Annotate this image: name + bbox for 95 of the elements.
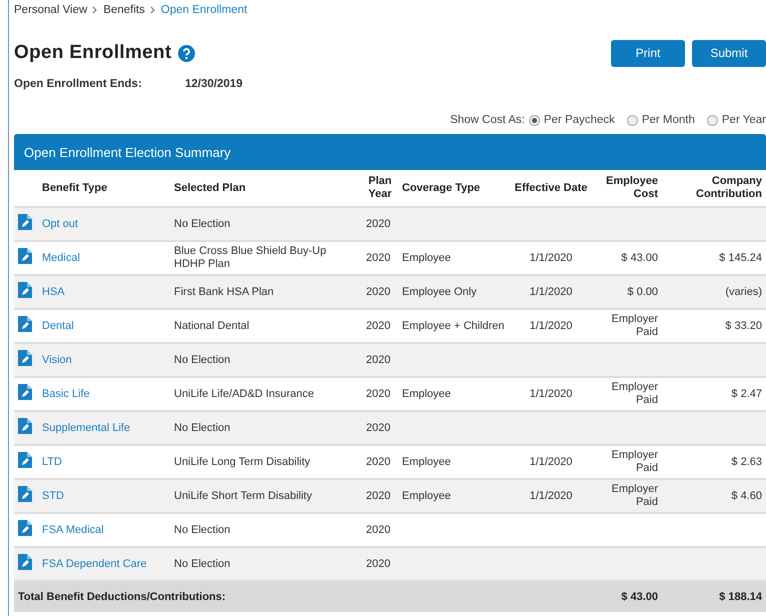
document-edit-icon[interactable]: [18, 384, 32, 400]
document-edit-icon[interactable]: [18, 214, 32, 230]
table-cell-text: Employer Paid: [610, 381, 658, 407]
document-edit-icon[interactable]: [18, 520, 32, 536]
table-cell: 1/1/2020: [530, 490, 572, 502]
table-cell: 1/1/2020: [530, 456, 572, 468]
chevron-icon: [92, 6, 98, 14]
document-edit-icon[interactable]: [18, 350, 32, 366]
table-cell: UniLife Long Term Disability: [174, 456, 310, 468]
table-cell: No Election: [174, 558, 230, 570]
benefit-link[interactable]: Opt out: [42, 218, 78, 230]
table-cell: 2020: [366, 286, 390, 298]
field-label: Show Cost As:: [450, 114, 525, 126]
table-cell: 2020: [366, 252, 390, 264]
table-cell: 2020: [366, 490, 390, 502]
breadcrumb-link[interactable]: Personal View: [14, 4, 88, 16]
table-cell: Employee: [402, 252, 451, 264]
benefit-link[interactable]: Dental: [42, 320, 74, 332]
column-header: Benefit Type: [38, 170, 170, 207]
table-cell: 2020: [366, 218, 390, 230]
table-cell: 1/1/2020: [530, 388, 572, 400]
table-cell: Employee + Children: [402, 320, 504, 332]
table-cell: 2020: [366, 422, 390, 434]
radio-label[interactable]: Per Paycheck: [544, 114, 615, 126]
table-cell: $ 4.60: [731, 490, 762, 502]
total-value: $ 188.14: [719, 590, 762, 603]
table-cell: 2020: [366, 320, 390, 332]
table-cell: Employee Only: [402, 286, 477, 298]
column-header: Effective Date: [510, 170, 592, 207]
document-edit-icon[interactable]: [18, 486, 32, 502]
document-edit-icon[interactable]: [18, 554, 32, 570]
column-header: Selected Plan: [170, 170, 362, 207]
table-cell: $ 0.00: [627, 286, 658, 298]
table-cell: Blue Cross Blue Shield Buy-Up HDHP Plan: [174, 245, 326, 270]
breadcrumb-link[interactable]: Open Enrollment: [160, 4, 248, 16]
table-cell: No Election: [174, 354, 230, 366]
benefit-link[interactable]: STD: [42, 490, 64, 502]
radio-button[interactable]: [706, 114, 718, 126]
radio-label[interactable]: Per Month: [642, 114, 695, 126]
radio-button[interactable]: [528, 114, 540, 126]
table-cell: $ 2.47: [731, 388, 762, 400]
action-button[interactable]: Print: [611, 40, 685, 66]
document-edit-icon[interactable]: [18, 316, 32, 332]
table-cell: No Election: [174, 422, 230, 434]
table-cell: Employee: [402, 388, 451, 400]
benefit-link[interactable]: Basic Life: [42, 388, 90, 400]
table-cell: Employee: [402, 490, 451, 502]
column-header: Coverage Type: [398, 170, 510, 207]
help-icon[interactable]: [178, 44, 195, 62]
table-cell-text: Employer Paid: [610, 449, 658, 475]
table-cell: 2020: [366, 456, 390, 468]
action-button[interactable]: Submit: [692, 40, 766, 66]
document-edit-icon[interactable]: [18, 418, 32, 434]
table-cell: UniLife Short Term Disability: [174, 490, 312, 502]
table-cell: UniLife Life/AD&D Insurance: [174, 388, 314, 400]
table-cell: No Election: [174, 524, 230, 536]
table-cell: 2020: [366, 388, 390, 400]
total-value: $ 43.00: [621, 590, 658, 603]
document-edit-icon[interactable]: [18, 282, 32, 298]
table-cell-text: Employer Paid: [610, 313, 658, 339]
column-header: Company Contribution: [662, 170, 766, 207]
table-cell: $ 33.20: [725, 320, 762, 332]
table-cell-text: Employer Paid: [610, 483, 658, 509]
breadcrumb-link[interactable]: Benefits: [103, 4, 145, 16]
table-cell: $ 43.00: [621, 252, 658, 264]
page-title: Open Enrollment: [14, 42, 172, 64]
total-label: Total Benefit Deductions/Contributions:: [18, 590, 226, 603]
field-label: Open Enrollment Ends:: [14, 78, 143, 90]
radio-label[interactable]: Per Year: [722, 114, 766, 126]
table-cell: National Dental: [174, 320, 250, 332]
field-value: 12/30/2019: [185, 78, 243, 90]
table-cell: 2020: [366, 524, 390, 536]
table-cell: 2020: [366, 354, 390, 366]
benefit-link[interactable]: Medical: [42, 252, 80, 264]
table-cell: No Election: [174, 218, 230, 230]
column-header: Employee Cost: [592, 170, 662, 207]
table-cell: First Bank HSA Plan: [174, 286, 274, 298]
benefit-link[interactable]: FSA Medical: [42, 524, 104, 536]
benefit-link[interactable]: LTD: [42, 456, 62, 468]
chevron-icon: [150, 6, 156, 14]
table-cell: (varies): [725, 286, 762, 298]
table-cell: 1/1/2020: [530, 252, 572, 264]
table-cell: 1/1/2020: [530, 320, 572, 332]
panel-title: Open Enrollment Election Summary: [24, 144, 231, 160]
table-cell: 2020: [366, 558, 390, 570]
table-cell: $ 145.24: [719, 252, 762, 264]
table-cell: Employee: [402, 456, 451, 468]
table-cell: 1/1/2020: [530, 286, 572, 298]
document-edit-icon[interactable]: [18, 452, 32, 468]
column-header: Plan Year: [362, 170, 398, 207]
benefit-link[interactable]: HSA: [42, 286, 65, 298]
radio-button[interactable]: [626, 114, 638, 126]
document-edit-icon[interactable]: [18, 248, 32, 264]
table-cell: $ 2.63: [731, 456, 762, 468]
benefit-link[interactable]: Vision: [42, 354, 72, 366]
